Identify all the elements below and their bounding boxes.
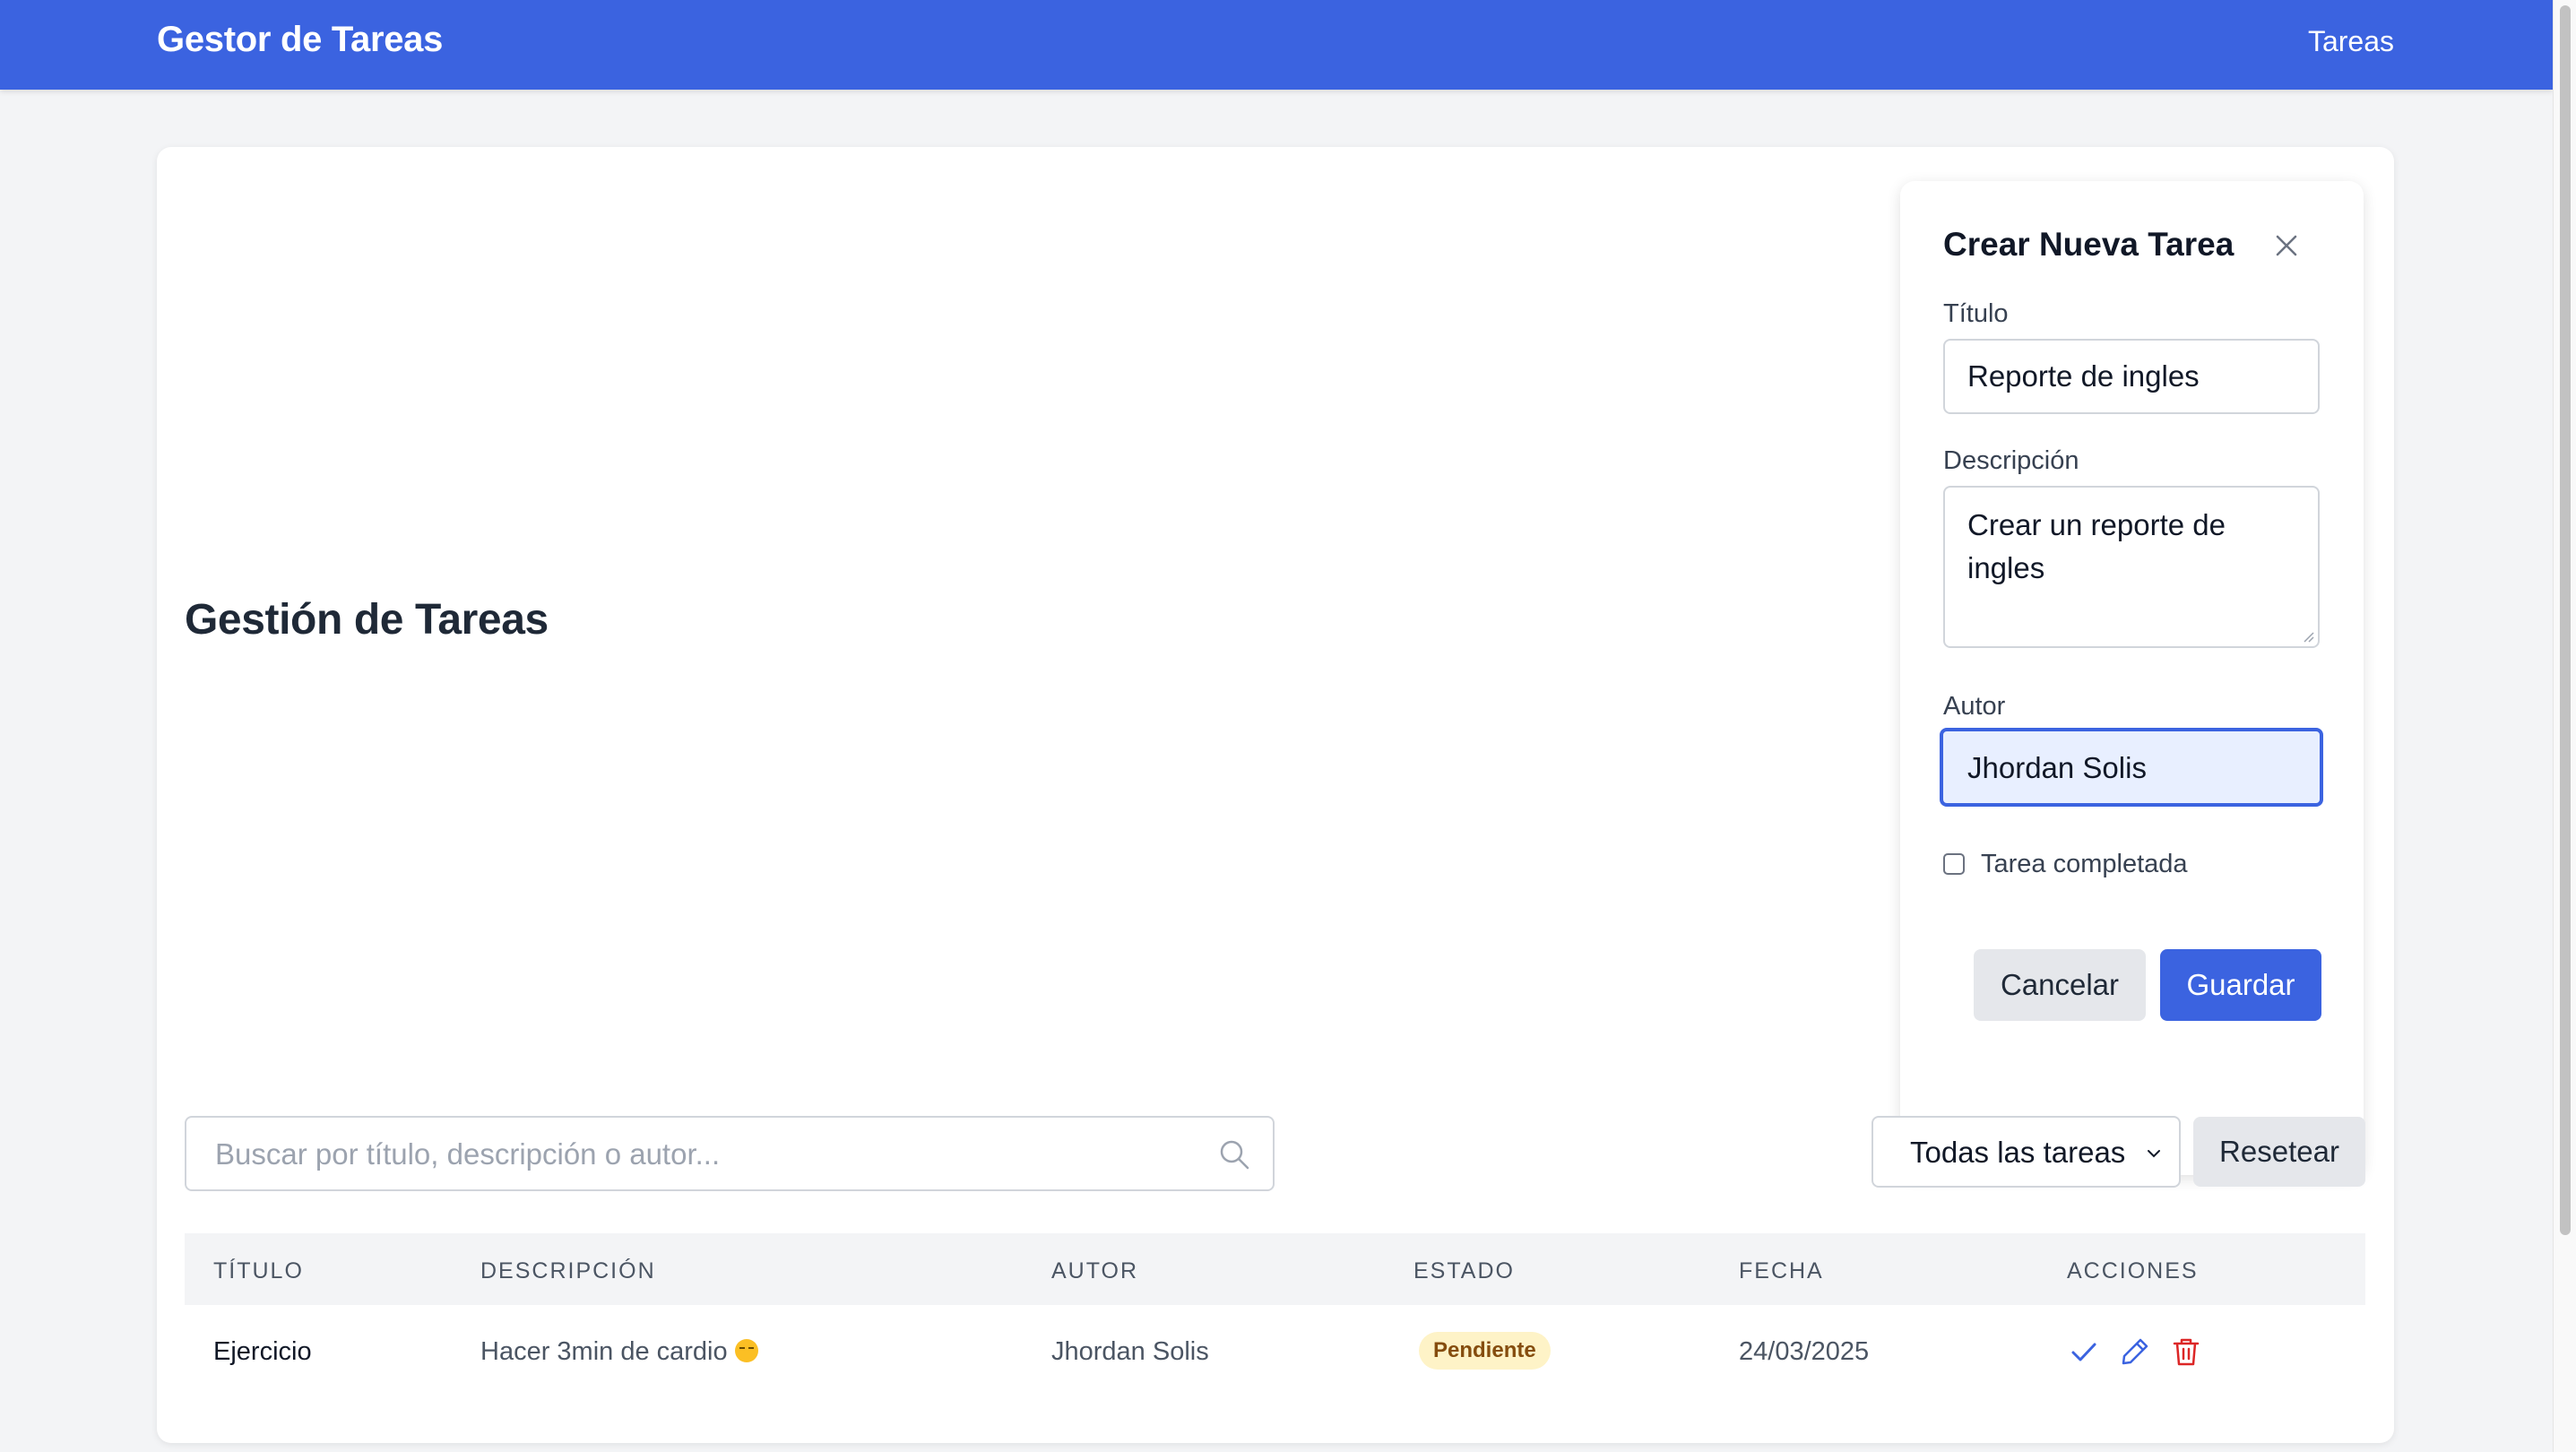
pencil-icon[interactable] [2118, 1335, 2152, 1369]
search-input[interactable]: Buscar por título, descripción o autor..… [185, 1116, 1275, 1191]
column-header-status: ESTADO [1413, 1258, 1515, 1283]
cell-author: Jhordan Solis [1051, 1337, 1209, 1366]
column-header-actions: ACCIONES [2067, 1258, 2199, 1283]
author-input[interactable]: Jhordan Solis [1940, 728, 2323, 807]
column-header-author: AUTOR [1051, 1258, 1139, 1283]
cell-date: 24/03/2025 [1739, 1337, 1870, 1366]
table-header: TÍTULO DESCRIPCIÓN AUTOR ESTADO FECHA AC… [185, 1233, 2365, 1305]
column-header-title: TÍTULO [213, 1258, 304, 1283]
search-placeholder: Buscar por título, descripción o autor..… [215, 1137, 721, 1171]
completed-checkbox-row[interactable]: Tarea completada [1943, 846, 2188, 882]
cell-title: Ejercicio [213, 1337, 312, 1366]
page-title: Gestión de Tareas [185, 596, 549, 644]
search-icon [1220, 1140, 1249, 1170]
smiling-face-emoji-icon [734, 1339, 758, 1362]
column-header-date: FECHA [1739, 1258, 1824, 1283]
status-filter-select[interactable]: Todas las tareas [1871, 1116, 2181, 1188]
page-scrollbar[interactable] [2553, 0, 2576, 1452]
create-task-form: Crear Nueva Tarea Título Reporte de ingl… [1900, 181, 2364, 1175]
author-label: Autor [1943, 692, 2006, 721]
navbar: Gestor de Tareas Tareas [0, 0, 2553, 90]
trash-icon[interactable] [2169, 1335, 2203, 1369]
close-icon[interactable] [2270, 229, 2303, 262]
title-label: Título [1943, 299, 2009, 328]
save-button[interactable]: Guardar [2160, 949, 2321, 1021]
chevron-down-icon [2148, 1150, 2160, 1158]
completed-checkbox[interactable] [1943, 853, 1965, 875]
title-input[interactable]: Reporte de ingles [1943, 339, 2320, 414]
status-badge: Pendiente [1419, 1332, 1551, 1370]
main-card: Gestión de Tareas Crear Nueva Tarea Títu… [157, 147, 2394, 1443]
scrollbar-thumb[interactable] [2560, 5, 2571, 1235]
status-filter-value: Todas las tareas [1910, 1136, 2126, 1169]
completed-label: Tarea completada [1981, 849, 2188, 878]
resize-handle-icon[interactable] [2300, 628, 2314, 643]
description-textarea[interactable]: Crear un reporte de ingles [1943, 486, 2320, 648]
check-icon[interactable] [2067, 1335, 2101, 1369]
table-row: Ejercicio Hacer 3min de cardio Jhordan S… [185, 1305, 2365, 1413]
column-header-description: DESCRIPCIÓN [480, 1258, 656, 1283]
cell-description-text: Hacer 3min de cardio [480, 1337, 728, 1366]
nav-link-tareas[interactable]: Tareas [2308, 25, 2394, 58]
brand-title[interactable]: Gestor de Tareas [157, 20, 443, 60]
cancel-button[interactable]: Cancelar [1974, 949, 2146, 1021]
reset-button[interactable]: Resetear [2193, 1117, 2365, 1187]
description-label: Descripción [1943, 446, 2079, 475]
form-title: Crear Nueva Tarea [1943, 226, 2235, 263]
cell-description: Hacer 3min de cardio [480, 1337, 758, 1367]
description-text: Crear un reporte de ingles [1967, 508, 2226, 584]
